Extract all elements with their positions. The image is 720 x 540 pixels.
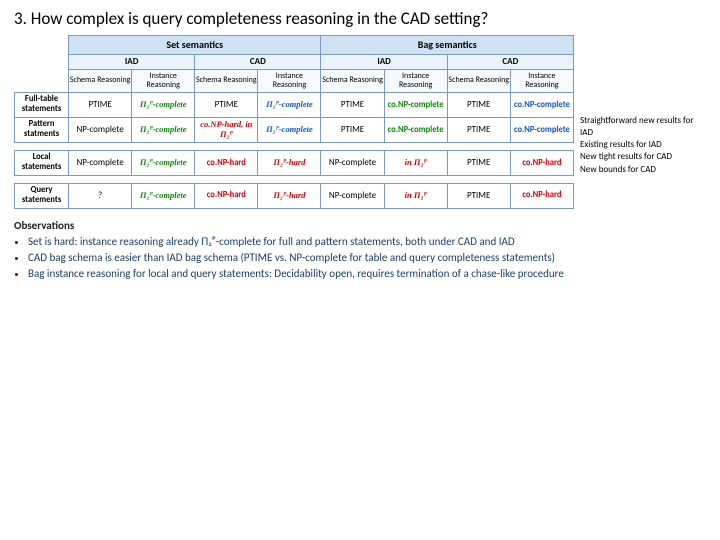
hdr-cad-set: CAD [195,54,321,69]
hdr-bag-semantics: Bag semantics [321,36,574,55]
col-schema: Schema Reasoning [321,69,384,92]
cell: in Π₂ᴾ [384,183,447,208]
cell: PTIME [195,93,258,118]
legend: Straightforward new results for IAD Exis… [574,35,706,209]
cell: PTIME [321,117,384,143]
complexity-table: Set semantics Bag semantics IAD CAD IAD … [14,35,574,209]
rowlabel-full: Full-table statements [15,93,69,118]
legend-item: New tight results for CAD [580,151,706,163]
observations-block: Observations Set is hard: instance reaso… [14,219,706,282]
cell: Π₂ᴾ-hard [258,183,321,208]
col-schema: Schema Reasoning [195,69,258,92]
cell: NP-complete [69,151,132,176]
page-title: 3. How complex is query completeness rea… [14,8,706,29]
cell: co.NP-hard [510,151,573,176]
cell: NP-complete [321,151,384,176]
cell: Π₂ᴾ-complete [258,93,321,118]
cell: NP-complete [321,183,384,208]
cell: PTIME [447,93,510,118]
cell: PTIME [69,93,132,118]
cell: co.NP-hard [195,151,258,176]
row-pattern: Pattern statments NP-complete Π₂ᴾ-comple… [15,117,574,143]
hdr-iad-bag: IAD [321,54,447,69]
col-schema: Schema Reasoning [69,69,132,92]
row-query: Query statements ? Π₂ᴾ-complete co.NP-ha… [15,183,574,208]
row-full-table: Full-table statements PTIME Π₂ᴾ-complete… [15,93,574,118]
cell: PTIME [447,183,510,208]
col-instance: Instance Reasoning [384,69,447,92]
cell: Π₂ᴾ-complete [132,151,195,176]
col-instance: Instance Reasoning [132,69,195,92]
cell: co.NP-hard [195,183,258,208]
cell: PTIME [321,93,384,118]
cell: co.NP-complete [384,117,447,143]
observation-item: Bag instance reasoning for local and que… [28,267,706,282]
hdr-iad-set: IAD [69,54,195,69]
observation-item: CAD bag schema is easier than IAD bag sc… [28,251,706,266]
legend-item: Existing results for IAD [580,139,706,151]
cell: Π₂ᴾ-complete [132,93,195,118]
cell: NP-complete [69,117,132,143]
col-schema: Schema Reasoning [447,69,510,92]
col-instance: Instance Reasoning [258,69,321,92]
cell: co.NP-complete [510,93,573,118]
cell: Π₂ᴾ-complete [258,117,321,143]
cell: Π₂ᴾ-hard [258,151,321,176]
row-local: Local statements NP-complete Π₂ᴾ-complet… [15,151,574,176]
observation-item: Set is hard: instance reasoning already … [28,235,706,250]
hdr-cad-bag: CAD [447,54,573,69]
cell: co.NP-complete [384,93,447,118]
cell: co.NP-complete [510,117,573,143]
cell: PTIME [447,117,510,143]
cell: co.NP-hard [510,183,573,208]
col-instance: Instance Reasoning [510,69,573,92]
cell: ? [69,183,132,208]
legend-item: New bounds for CAD [580,164,706,176]
rowlabel-query: Query statements [15,183,69,208]
cell: Π₂ᴾ-complete [132,117,195,143]
hdr-set-semantics: Set semantics [69,36,321,55]
cell: Π₂ᴾ-complete [132,183,195,208]
cell: co.NP-hard, in Π₂ᴾ [195,117,258,143]
cell: PTIME [447,151,510,176]
rowlabel-pattern: Pattern statments [15,117,69,143]
cell: in Π₂ᴾ [384,151,447,176]
legend-item: Straightforward new results for IAD [580,115,706,139]
rowlabel-local: Local statements [15,151,69,176]
observations-header: Observations [14,219,706,234]
complexity-table-wrapper: Set semantics Bag semantics IAD CAD IAD … [14,35,574,209]
